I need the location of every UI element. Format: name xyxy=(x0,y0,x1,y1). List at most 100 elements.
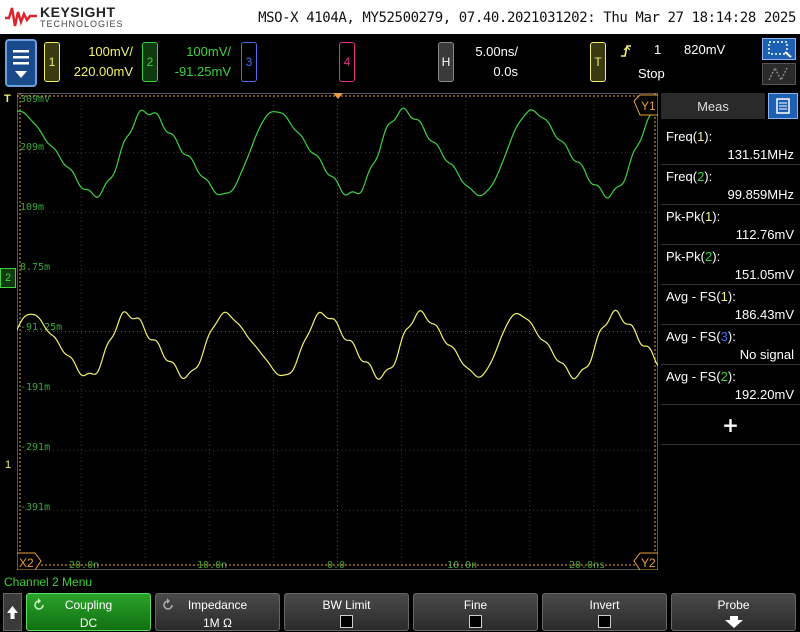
marquee-zoom-icon xyxy=(768,41,792,58)
measurement-row[interactable]: Freq(1): 131.51MHz xyxy=(661,125,800,165)
trigger-key: T xyxy=(594,55,602,69)
measurement-name-close: ): xyxy=(712,249,721,264)
measurement-name: Avg - FS(2): xyxy=(666,369,736,384)
add-measurement-button[interactable]: + xyxy=(661,405,800,445)
measurement-name: Freq(2): xyxy=(666,169,712,184)
measurement-name-text: Pk-Pk( xyxy=(666,209,705,224)
gesture-icon xyxy=(768,66,788,82)
svg-text:Y2: Y2 xyxy=(641,556,656,570)
channel-4-number: 4 xyxy=(343,55,351,69)
trigger-source[interactable]: 1 xyxy=(654,42,661,57)
measurement-name-text: Avg - FS( xyxy=(666,369,721,384)
trigger-level[interactable]: 820mV xyxy=(684,42,725,57)
impedance-value: 1M Ω xyxy=(203,616,232,630)
run-status: Stop xyxy=(638,66,665,81)
measurement-name-text: Avg - FS( xyxy=(666,329,721,344)
measurement-name-close: ): xyxy=(727,369,736,384)
ch2-level-label: -191m xyxy=(20,382,50,393)
measurement-name-text: Pk-Pk( xyxy=(666,249,705,264)
ch2-level-label: -291m xyxy=(20,442,50,453)
softkey-bar: Coupling DC Impedance 1M Ω BW Limit Fine… xyxy=(0,591,800,632)
measurement-row[interactable]: Freq(2): 99.859MHz xyxy=(661,165,800,205)
trigger-level-marker[interactable]: T xyxy=(4,93,11,105)
keysight-wave-icon xyxy=(5,7,37,27)
title-bar: KEYSIGHT TECHNOLOGIES MSO-X 4104A, MY525… xyxy=(0,0,800,34)
channel-2-button[interactable]: 2 xyxy=(142,42,158,82)
keysight-logo: KEYSIGHT TECHNOLOGIES xyxy=(4,2,134,32)
measurement-row[interactable]: Avg - FS(2): 192.20mV xyxy=(661,365,800,405)
coupling-softkey[interactable]: Coupling DC xyxy=(26,593,151,631)
menu-list-icon xyxy=(13,50,29,78)
measurement-name: Pk-Pk(1): xyxy=(666,209,720,224)
list-icon xyxy=(776,98,790,114)
gesture-button[interactable] xyxy=(762,63,796,85)
measurement-name-close: ): xyxy=(704,129,713,144)
channel-2-offset: -91.25mV xyxy=(174,64,231,79)
measurement-row[interactable]: Pk-Pk(2): 151.05mV xyxy=(661,245,800,285)
back-button[interactable] xyxy=(3,593,22,631)
coupling-value: DC xyxy=(79,616,98,630)
horizontal-scale: 5.00ns/ xyxy=(475,44,518,59)
measurements-panel: Meas Freq(1): 131.51MHz Freq(2): 99.859MHz P… xyxy=(661,93,800,570)
trigger-marker-label: T xyxy=(4,93,11,105)
measurement-channel: 1 xyxy=(720,289,728,304)
bw-limit-softkey[interactable]: BW Limit xyxy=(284,593,409,631)
measurement-value: 112.76mV xyxy=(735,227,794,242)
fine-softkey[interactable]: Fine xyxy=(413,593,538,631)
submenu-arrow-icon xyxy=(725,616,743,628)
channel-4-button[interactable]: 4 xyxy=(339,42,355,82)
measurement-row[interactable]: Pk-Pk(1): 112.76mV xyxy=(661,205,800,245)
ch2-level-label: -391m xyxy=(20,502,50,513)
ch2-level-label: 209m xyxy=(20,142,44,153)
measurement-value: 131.51MHz xyxy=(727,147,794,162)
measurement-row[interactable]: Avg - FS(1): 186.43mV xyxy=(661,285,800,325)
waveform-graticule[interactable]: 309mV 209m 109m 8.75m -91.25m -191m -291… xyxy=(17,93,658,570)
fine-checkbox[interactable] xyxy=(469,615,482,628)
channel-1-button[interactable]: 1 xyxy=(44,42,60,82)
invert-softkey[interactable]: Invert xyxy=(542,593,667,631)
measurement-value: 186.43mV xyxy=(734,307,794,322)
measurement-row[interactable]: Avg - FS(3): No signal xyxy=(661,325,800,365)
measurement-value: 99.859MHz xyxy=(727,187,794,202)
measurement-name-close: ): xyxy=(727,289,736,304)
ch2-level-label: -91.25m xyxy=(20,322,62,333)
measurement-channel: 2 xyxy=(720,369,728,384)
channel-2-scale: 100mV/ xyxy=(186,44,231,59)
ch1-marker-label: 1 xyxy=(4,459,12,471)
svg-text:X2: X2 xyxy=(19,556,34,570)
channel-1-values[interactable]: 100mV/ 220.00mV xyxy=(66,42,133,82)
measurement-name-text: Freq( xyxy=(666,129,698,144)
horizontal-key: H xyxy=(441,55,451,69)
trigger-button[interactable]: T xyxy=(590,42,606,82)
ch2-level-label: 109m xyxy=(20,202,44,213)
bw-limit-label: BW Limit xyxy=(322,598,371,612)
ch1-ground-marker[interactable]: 1 xyxy=(0,456,16,476)
measurement-channel: 3 xyxy=(720,329,728,344)
ch2-ground-marker[interactable]: 2 xyxy=(0,268,16,288)
meas-menu-button[interactable] xyxy=(768,93,798,119)
ch2-marker-label: 2 xyxy=(4,272,12,284)
measurement-name-close: ): xyxy=(712,209,721,224)
measurement-name-close: ): xyxy=(704,169,713,184)
channel-2-values[interactable]: 100mV/ -91.25mV xyxy=(164,42,231,82)
control-bar: 1 100mV/ 220.00mV 2 100mV/ -91.25mV 3 4 … xyxy=(0,34,800,92)
impedance-softkey[interactable]: Impedance 1M Ω xyxy=(155,593,280,631)
horizontal-button[interactable]: H xyxy=(438,42,454,82)
channel-1-offset: 220.00mV xyxy=(73,64,133,79)
probe-label: Probe xyxy=(717,598,750,612)
measurement-value: 192.20mV xyxy=(734,387,794,402)
probe-softkey[interactable]: Probe xyxy=(671,593,796,631)
invert-checkbox[interactable] xyxy=(598,615,611,628)
bw-limit-checkbox[interactable] xyxy=(340,615,353,628)
horizontal-values[interactable]: 5.00ns/ 0.0s xyxy=(462,42,518,82)
invert-label: Invert xyxy=(589,598,620,612)
measurement-name: Freq(1): xyxy=(666,129,712,144)
main-menu-button[interactable] xyxy=(5,39,37,87)
menu-title: Channel 2 Menu xyxy=(4,575,93,589)
coupling-label: Coupling xyxy=(64,598,113,612)
channel-3-button[interactable]: 3 xyxy=(241,42,257,82)
brand-sub: TECHNOLOGIES xyxy=(40,19,124,29)
zoom-box-button[interactable] xyxy=(762,38,796,60)
measurement-name-text: Avg - FS( xyxy=(666,289,721,304)
meas-tab[interactable]: Meas xyxy=(661,93,765,119)
